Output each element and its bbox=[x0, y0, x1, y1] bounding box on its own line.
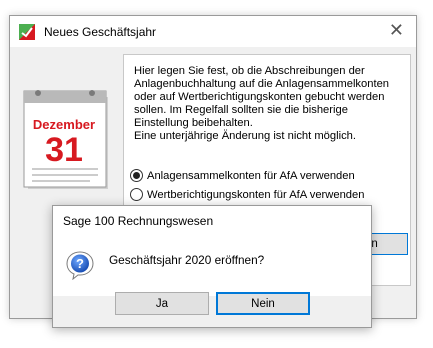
description-text: Hier legen Sie fest, ob die Abschreibung… bbox=[134, 65, 400, 143]
option-anlagensammelkonten[interactable]: Anlagensammelkonten für AfA verwenden bbox=[130, 169, 355, 182]
dialog-footer bbox=[53, 296, 371, 327]
option-label: Anlagensammelkonten für AfA verwenden bbox=[147, 169, 355, 182]
calendar-month: Dezember bbox=[33, 117, 95, 132]
no-button[interactable]: Nein bbox=[216, 292, 310, 315]
dialog-body: ? Geschäftsjahr 2020 eröffnen? bbox=[53, 236, 371, 296]
option-label: Wertberichtigungskonten für AfA verwende… bbox=[147, 188, 365, 201]
confirm-dialog: Sage 100 Rechnungswesen ? Geschäftsjahr … bbox=[52, 205, 372, 328]
description-content: Hier legen Sie fest, ob die Abschreibung… bbox=[134, 65, 390, 142]
dialog-message: Geschäftsjahr 2020 eröffnen? bbox=[109, 253, 265, 267]
svg-text:?: ? bbox=[76, 256, 84, 271]
calendar-day: 31 bbox=[45, 131, 83, 169]
option-wertberichtigungskonten[interactable]: Wertberichtigungskonten für AfA verwende… bbox=[130, 188, 364, 201]
yes-button[interactable]: Ja bbox=[115, 292, 209, 315]
app-icon bbox=[19, 24, 35, 40]
main-title-bar: Neues Geschäftsjahr ✕ bbox=[10, 16, 416, 47]
question-icon: ? bbox=[66, 251, 94, 280]
dialog-title-bar: Sage 100 Rechnungswesen bbox=[53, 206, 371, 236]
calendar-icon: Dezember 31 bbox=[23, 90, 108, 189]
dialog-title: Sage 100 Rechnungswesen bbox=[63, 214, 214, 228]
radio-anlagensammelkonten[interactable] bbox=[130, 169, 143, 182]
main-window-title: Neues Geschäftsjahr bbox=[44, 25, 157, 39]
close-icon[interactable]: ✕ bbox=[389, 21, 404, 39]
radio-wertberichtigungskonten[interactable] bbox=[130, 188, 143, 201]
